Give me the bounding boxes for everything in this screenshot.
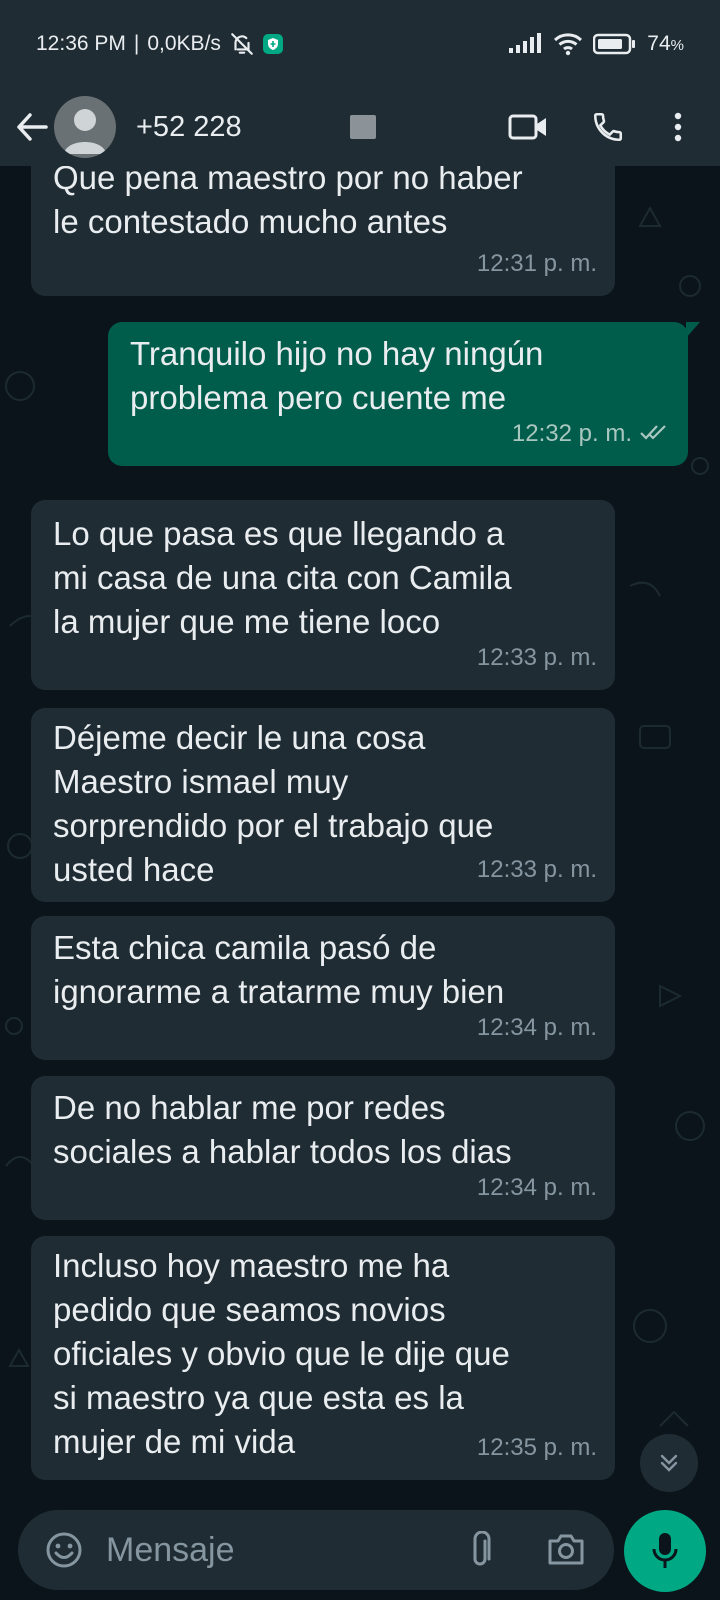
message-bubble-incoming[interactable]: De no hablar me por redes sociales a hab… <box>31 1076 615 1220</box>
redacted-block <box>349 115 376 139</box>
bell-off-icon <box>229 31 255 57</box>
back-arrow-icon[interactable] <box>2 97 62 157</box>
message-meta: 12:33 p. m. <box>477 636 597 680</box>
status-time: 12:36 PM <box>36 32 126 55</box>
message-meta: 12:33 p. m. <box>477 848 597 892</box>
message-bubble-outgoing[interactable]: Tranquilo hijo no hay ningún problema pe… <box>108 322 700 466</box>
message-text: Tranquilo hijo no hay ningún problema pe… <box>130 335 544 416</box>
emoji-icon[interactable] <box>32 1518 96 1582</box>
message-list[interactable]: Que pena maestro por no haber le contest… <box>0 166 720 1500</box>
battery-unit: % <box>670 37 684 54</box>
battery-level: 74% <box>647 32 684 56</box>
contact-name[interactable]: +52 228 <box>136 111 376 144</box>
video-call-icon[interactable] <box>488 97 568 157</box>
battery-icon <box>593 33 637 55</box>
status-separator: | <box>133 32 140 55</box>
message-bubble-incoming[interactable]: Incluso hoy maestro me ha pedido que sea… <box>31 1236 615 1480</box>
header-actions <box>488 97 720 157</box>
status-bar: 12:36 PM | 0,0KB/s 74% <box>0 0 720 88</box>
message-time: 12:34 p. m. <box>476 1174 597 1201</box>
message-placeholder: Mensaje <box>106 1530 235 1569</box>
contact-phone: +52 228 <box>136 110 242 143</box>
status-network-speed: 0,0KB/s <box>147 32 221 55</box>
camera-icon[interactable] <box>538 1524 594 1576</box>
message-meta: 12:31 p. m. <box>477 242 597 286</box>
chat-header: +52 228 <box>0 88 720 166</box>
message-text: De no hablar me por redes sociales a hab… <box>53 1089 512 1170</box>
signal-icon <box>509 33 543 55</box>
message-time: 12:33 p. m. <box>476 644 597 671</box>
message-bubble-incoming[interactable]: Lo que pasa es que llegando a mi casa de… <box>31 500 615 690</box>
message-time: 12:33 p. m. <box>476 856 597 883</box>
wifi-icon <box>553 32 583 56</box>
message-time: 12:32 p. m. <box>511 420 632 447</box>
message-text: Esta chica camila pasó de ignorarme a tr… <box>53 929 505 1010</box>
status-right: 74% <box>509 32 684 56</box>
message-bubble-incoming[interactable]: Esta chica camila pasó de ignorarme a tr… <box>31 916 615 1060</box>
whatsapp-chat-screen: 12:36 PM | 0,0KB/s 74% +52 228 Que pena … <box>0 0 720 1600</box>
message-text: Lo que pasa es que llegando a mi casa de… <box>53 515 512 640</box>
message-time: 12:35 p. m. <box>476 1434 597 1461</box>
message-meta: 12:34 p. m. <box>477 1006 597 1050</box>
redacted-segment <box>250 114 290 140</box>
attach-icon[interactable] <box>454 1524 506 1576</box>
message-bubble-incoming[interactable]: Que pena maestro por no haber le contest… <box>31 166 615 296</box>
avatar-icon[interactable] <box>54 96 116 158</box>
phone-icon[interactable] <box>568 97 648 157</box>
status-left: 12:36 PM | 0,0KB/s <box>36 31 283 57</box>
more-vert-icon[interactable] <box>648 97 708 157</box>
bubble-tail <box>686 322 700 338</box>
mic-icon[interactable] <box>624 1510 706 1592</box>
message-bubble-incoming[interactable]: Déjeme decir le una cosa Maestro ismael … <box>31 708 615 902</box>
message-time: 12:34 p. m. <box>476 1014 597 1041</box>
message-meta: 12:32 p. m. <box>512 412 670 456</box>
message-meta: 12:34 p. m. <box>477 1166 597 1210</box>
message-input[interactable]: Mensaje <box>18 1510 614 1590</box>
composer-bar: Mensaje <box>0 1500 720 1600</box>
battery-percent: 74 <box>647 32 671 55</box>
message-text: Que pena maestro por no haber le contest… <box>53 166 523 240</box>
message-meta: 12:35 p. m. <box>477 1426 597 1470</box>
double-check-icon <box>640 412 670 456</box>
message-time: 12:31 p. m. <box>476 250 597 277</box>
scroll-down-icon[interactable] <box>640 1434 698 1492</box>
shield-icon <box>262 34 283 54</box>
